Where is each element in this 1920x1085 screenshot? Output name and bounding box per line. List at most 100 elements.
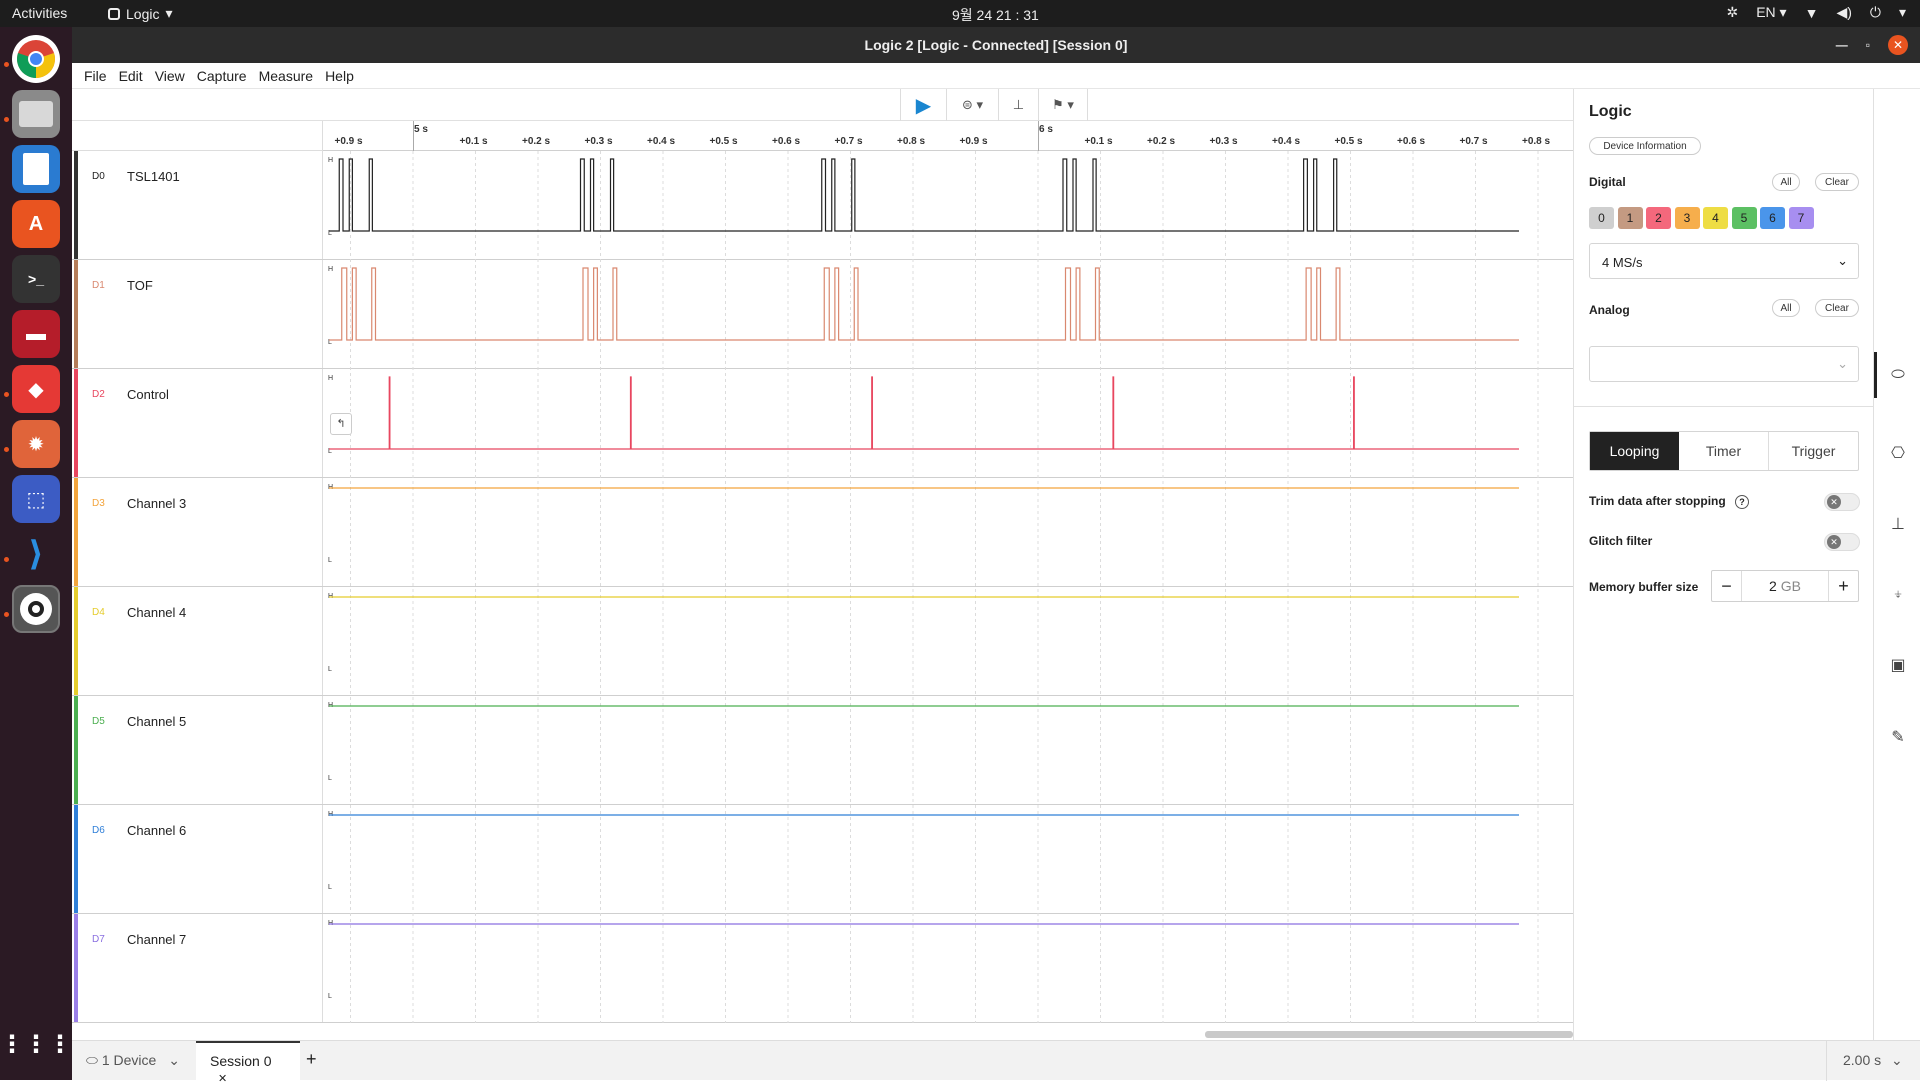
screenshot-icon[interactable]: ⬚ (12, 475, 60, 523)
channel-label-area[interactable]: D4 Channel 4 (72, 587, 323, 695)
digital-channel-chip-1[interactable]: 1 (1617, 207, 1643, 229)
menu-view[interactable]: View (149, 63, 191, 88)
menu-help[interactable]: Help (319, 63, 360, 88)
add-session-button[interactable]: + (306, 1049, 317, 1070)
analog-sample-rate-select[interactable]: ⌄ (1589, 346, 1859, 382)
panel-icon-rail: ⬭ ⎔ ⊥ ⍖ ▣ ✎ (1873, 89, 1920, 1040)
app-burst-icon[interactable]: ✹ (12, 420, 60, 468)
channel-name[interactable]: Channel 3 (127, 496, 186, 511)
tab-looping[interactable]: Looping (1590, 432, 1679, 470)
analog-clear-button[interactable]: Clear (1815, 299, 1859, 317)
channel-label-area[interactable]: D7 Channel 7 (72, 914, 323, 1022)
system-status-area[interactable]: ✲ EN ▾ ▼ ◀) ⏻ ▾ (1726, 4, 1906, 21)
channel-name[interactable]: Control (127, 387, 169, 402)
channel-label-area[interactable]: D0 TSL1401 (72, 151, 323, 259)
time-ruler[interactable]: +0.9 s +0.1 s +0.2 s +0.3 s +0.4 s +0.5 s +0.6… (323, 121, 1573, 151)
timing-markers-icon[interactable]: ⊥ (1886, 513, 1910, 537)
app-diamond-icon[interactable]: ◆ (12, 365, 60, 413)
channel-label-area[interactable]: D1 TOF (72, 260, 323, 368)
channel-code: D3 (92, 498, 105, 509)
trigger-edge-icon[interactable]: ↰ (330, 413, 352, 435)
digital-clear-button[interactable]: Clear (1815, 173, 1859, 191)
software-icon[interactable]: A (12, 200, 60, 248)
divider (1574, 406, 1874, 407)
digital-sample-rate-select[interactable]: 4 MS/s ⌄ (1589, 243, 1859, 279)
terminal-icon[interactable]: >_ (12, 255, 60, 303)
digital-channel-chip-4[interactable]: 4 (1703, 207, 1728, 229)
analog-all-button[interactable]: All (1772, 299, 1800, 317)
close-button[interactable]: ✕ (1888, 35, 1908, 55)
start-capture-button[interactable]: ▶ (900, 89, 946, 121)
glitch-filter-toggle[interactable]: ✕ (1824, 533, 1860, 551)
app-menu[interactable]: Logic ▾ (108, 5, 173, 22)
writer-icon[interactable] (12, 145, 60, 193)
channel-name[interactable]: Channel 4 (127, 605, 186, 620)
tab-trigger[interactable]: Trigger (1769, 432, 1858, 470)
device-information-button[interactable]: Device Information (1589, 137, 1701, 155)
analyzers-icon[interactable]: ⎔ (1886, 442, 1910, 466)
channel-label-area[interactable]: D6 Channel 6 (72, 805, 323, 913)
chrome-icon[interactable] (12, 35, 60, 83)
memory-buffer-input[interactable]: 2 GB (1742, 578, 1828, 594)
decrement-button[interactable]: − (1712, 571, 1742, 601)
annotations-icon[interactable]: ⍖ (1886, 583, 1910, 607)
ruler-tick-label: +0.7 s (1459, 136, 1488, 147)
measure-button[interactable]: ⊥ (998, 89, 1038, 121)
channel-header-spacer (72, 121, 323, 151)
trim-toggle[interactable]: ✕ (1824, 493, 1860, 511)
waveform-area[interactable]: HLHLHLHLHLHLHLHL (323, 151, 1573, 1023)
capture-duration[interactable]: 2.00 s ⌄ (1826, 1041, 1920, 1081)
accessibility-icon[interactable]: ✲ (1726, 4, 1738, 21)
channel-name[interactable]: TSL1401 (127, 169, 180, 184)
digital-channel-chip-3[interactable]: 3 (1674, 207, 1700, 229)
notes-icon[interactable]: ✎ (1886, 726, 1910, 750)
menu-capture[interactable]: Capture (191, 63, 253, 88)
extensions-icon[interactable]: ▣ (1886, 654, 1910, 678)
show-apps-icon[interactable]: ⋮⋮⋮ (0, 1020, 72, 1068)
menu-edit[interactable]: Edit (113, 63, 149, 88)
device-settings-icon[interactable]: ⬭ (1886, 363, 1910, 387)
logic-icon[interactable] (12, 585, 60, 633)
maximize-button[interactable]: ▫ (1866, 38, 1870, 52)
tab-timer[interactable]: Timer (1679, 432, 1769, 470)
menu-file[interactable]: File (78, 63, 113, 88)
tab-session-0[interactable]: Session 0 ✕ (196, 1041, 300, 1085)
menu-measure[interactable]: Measure (253, 63, 319, 88)
trigger-mode-button[interactable]: ⊜ ▾ (946, 89, 998, 121)
channel-color-bar (74, 260, 78, 368)
channel-name[interactable]: Channel 6 (127, 823, 186, 838)
app-red-icon[interactable]: ▬ (12, 310, 60, 358)
activities-button[interactable]: Activities (12, 5, 67, 21)
digital-channel-chip-7[interactable]: 7 (1788, 207, 1814, 229)
channel-color-bar (74, 151, 78, 259)
channel-label-area[interactable]: D3 Channel 3 (72, 478, 323, 586)
files-icon[interactable] (12, 90, 60, 138)
horizontal-scrollbar[interactable] (1205, 1031, 1573, 1038)
channel-name[interactable]: TOF (127, 278, 153, 293)
increment-button[interactable]: + (1828, 571, 1858, 601)
help-icon[interactable]: ? (1735, 495, 1750, 509)
channel-name[interactable]: Channel 5 (127, 714, 186, 729)
digital-channel-chip-2[interactable]: 2 (1646, 207, 1671, 229)
language-indicator[interactable]: EN ▾ (1756, 4, 1786, 21)
digital-all-button[interactable]: All (1772, 173, 1800, 191)
chevron-down-icon: ⌄ (1837, 253, 1848, 268)
menu-bar: File Edit View Capture Measure Help (72, 63, 1920, 89)
clock[interactable]: 9월 24 21 : 31 (952, 5, 1039, 25)
running-indicator (4, 117, 9, 122)
device-selector[interactable]: ⬭ 1 Device ⌄ (86, 1052, 180, 1069)
level-low-label: L (328, 557, 332, 564)
close-icon[interactable]: ✕ (218, 1073, 227, 1085)
channel-label-area[interactable]: D5 Channel 5 (72, 696, 323, 804)
digital-channel-chip-6[interactable]: 6 (1760, 207, 1785, 229)
marker-button[interactable]: ⚑ ▾ (1038, 89, 1088, 121)
channel-name[interactable]: Channel 7 (127, 932, 186, 947)
digital-channel-chip-0[interactable]: 0 (1589, 207, 1614, 229)
close-icon: ✕ (1827, 495, 1841, 509)
vscode-icon[interactable]: ⟩ (12, 530, 60, 578)
channel-label-area[interactable]: D2 Control (72, 369, 323, 477)
flag-icon: ⚑ ▾ (1052, 97, 1074, 112)
minimize-button[interactable]: — (1836, 38, 1848, 52)
digital-channel-chip-5[interactable]: 5 (1731, 207, 1757, 229)
channel-color-bar (74, 696, 78, 804)
